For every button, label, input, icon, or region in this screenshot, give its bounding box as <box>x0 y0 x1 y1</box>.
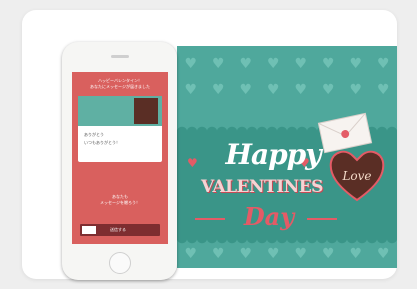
heart-icon: ♥ <box>349 56 363 72</box>
heart-icon: ♥ <box>321 82 335 98</box>
heart-icon: ♥ <box>376 56 390 72</box>
header-line-2: あなたにメッセージが届きました <box>90 84 150 89</box>
arrow-right-icon <box>307 218 337 220</box>
heart-icon: ♥ <box>321 56 335 72</box>
heart-icon: ♥ <box>376 82 390 98</box>
card-thumbnail-icon <box>82 226 96 234</box>
heart-icon: ♥ <box>294 246 308 262</box>
speaker-icon <box>111 55 129 58</box>
heart-icon: ♥ <box>239 246 253 262</box>
love-text: Love <box>341 169 371 183</box>
send-button[interactable]: 送信する <box>110 227 126 233</box>
heart-icon: ♥ <box>211 82 225 98</box>
chocolate-box-icon <box>134 98 158 124</box>
heart-icon: ♥ <box>211 246 225 262</box>
heart-icon: ♥ <box>184 246 198 262</box>
heart-icon: ♥ <box>266 82 280 98</box>
heart-icon: ♥ <box>239 82 253 98</box>
message-card: ありがとう いつもありがとう！ <box>78 96 162 162</box>
message-line-1: ありがとう <box>84 132 104 137</box>
screen-footer: あなたも メッセージを贈ろう！ <box>72 194 168 206</box>
send-bar[interactable]: 送信する <box>80 224 160 236</box>
hearts-row-bottom: ♥ ♥ ♥ ♥ ♥ ♥ ♥ ♥ <box>177 244 397 264</box>
card[interactable]: ♥ ♥ ♥ ♥ ♥ ♥ ♥ ♥ ♥ ♥ ♥ ♥ ♥ ♥ ♥ ♥ ♥ ♥ ♥ ♥ … <box>22 10 397 280</box>
heart-icon: ♥ <box>211 56 225 72</box>
heart-icon: ♥ <box>349 82 363 98</box>
hearts-row-top: ♥ ♥ ♥ ♥ ♥ ♥ ♥ ♥ <box>177 54 397 74</box>
heart-icon: ♥ <box>239 56 253 72</box>
heart-icon: ♥ <box>321 246 335 262</box>
hearts-row-middle: ♥ ♥ ♥ ♥ ♥ ♥ ♥ ♥ <box>177 80 397 100</box>
heart-icon: ♥ <box>184 82 198 98</box>
heart-icon: ♥ <box>266 56 280 72</box>
footer-line-2: メッセージを贈ろう！ <box>100 200 140 205</box>
day-text: Day <box>243 202 295 231</box>
scallop-edge-bottom <box>177 238 397 246</box>
heart-icon: ♥ <box>294 82 308 98</box>
screen-header: ハッピーバレンタイン！ あなたにメッセージが届きました <box>72 78 168 90</box>
heart-icon: ♥ <box>349 246 363 262</box>
chocolate-heart-icon: Love <box>329 150 385 202</box>
phone-screen: ハッピーバレンタイン！ あなたにメッセージが届きました ありがとう いつもありが… <box>72 72 168 244</box>
heart-icon: ♥ <box>266 246 280 262</box>
heart-icon: ♥ <box>376 246 390 262</box>
heart-icon: ♥ <box>187 156 198 170</box>
heart-icon: ♥ <box>294 56 308 72</box>
valentines-text: VALENTINES <box>201 177 323 197</box>
phone-mockup: ハッピーバレンタイン！ あなたにメッセージが届きました ありがとう いつもありが… <box>62 42 177 280</box>
heart-icon: ♥ <box>184 56 198 72</box>
valentines-banner: ♥ ♥ ♥ ♥ ♥ ♥ ♥ ♥ ♥ ♥ ♥ ♥ ♥ ♥ ♥ ♥ ♥ ♥ ♥ ♥ … <box>177 46 397 268</box>
arrow-left-icon <box>195 218 225 220</box>
message-image <box>78 96 162 126</box>
message-line-2: いつもありがとう！ <box>84 140 120 145</box>
home-button <box>109 252 131 274</box>
